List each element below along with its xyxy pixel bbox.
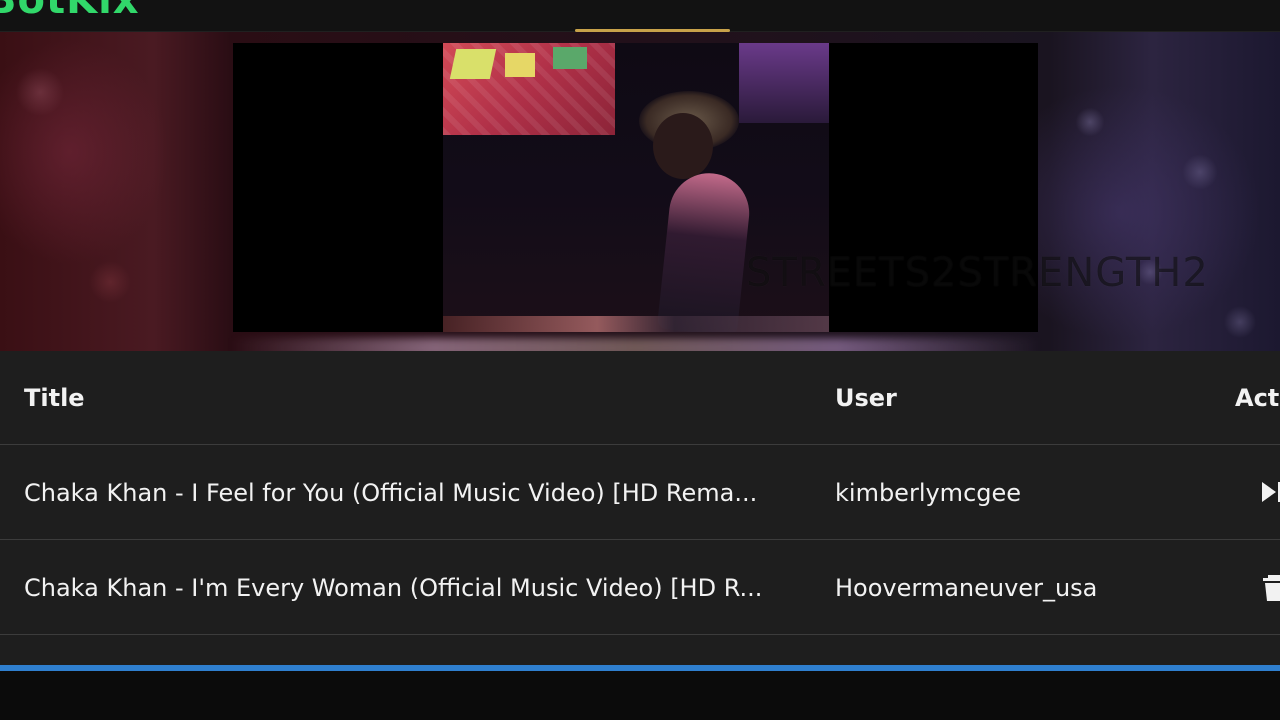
column-header-actions: Acti [1235,384,1280,412]
video-dancer-body [656,169,754,332]
play-next-icon[interactable] [1262,478,1280,506]
row-user: Hoovermaneuver_usa [835,574,1098,602]
video-floor [443,316,829,332]
top-bar: BotKix [0,0,1280,32]
player-area: STREETS2STRENGTH2 [0,32,1280,351]
bottom-bar [0,671,1280,720]
player-glow [230,338,1040,351]
table-row[interactable]: Chaka Khan - I Feel for You (Official Mu… [0,445,1280,540]
row-title: Chaka Khan - I Feel for You (Official Mu… [24,479,758,507]
video-graffiti-banner [443,43,615,135]
queue-table: Title User Acti Chaka Khan - I Feel for … [0,351,1280,667]
row-title: Chaka Khan - I'm Every Woman (Official M… [24,574,763,602]
trash-icon[interactable] [1262,573,1280,601]
video-watermark: STREETS2STRENGTH2 [746,250,1209,296]
row-user: kimberlymcgee [835,479,1022,507]
video-stage-background [739,43,829,123]
table-row[interactable]: Chaka Khan - I'm Every Woman (Official M… [0,540,1280,635]
column-header-user[interactable]: User [835,383,897,413]
app-logo[interactable]: BotKix [0,0,140,23]
table-header: Title User Acti [0,351,1280,445]
video-dancer-head [653,113,713,179]
column-header-title[interactable]: Title [24,383,85,413]
